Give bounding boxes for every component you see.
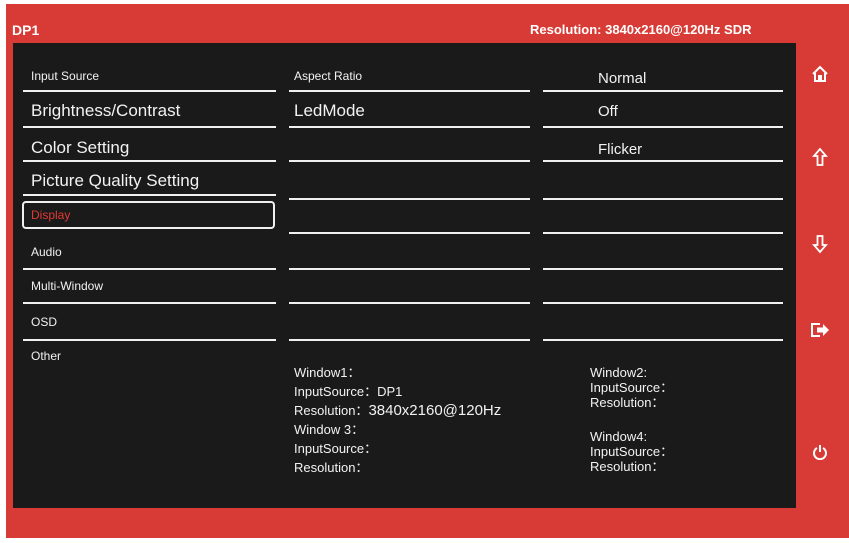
bottom-edge — [0, 538, 849, 543]
divider — [289, 268, 530, 270]
menu-picture-quality[interactable]: Picture Quality Setting — [31, 171, 199, 191]
window2-resolution: Resolution： — [590, 395, 665, 410]
divider — [23, 126, 276, 128]
submenu-aspect-ratio[interactable]: Aspect Ratio — [294, 69, 362, 83]
power-icon[interactable] — [809, 441, 831, 463]
option-normal[interactable]: Normal — [598, 70, 646, 87]
divider — [543, 160, 783, 162]
input-title: DP1 — [12, 22, 40, 38]
divider — [23, 194, 276, 196]
window4-resolution: Resolution： — [590, 459, 665, 474]
divider — [289, 198, 530, 200]
divider — [289, 90, 530, 92]
window4-label: Window4: — [590, 429, 648, 444]
menu-multi-window[interactable]: Multi-Window — [31, 279, 103, 293]
menu-other[interactable]: Other — [31, 349, 61, 363]
window3-resolution: Resolution： — [294, 460, 369, 475]
divider — [543, 302, 783, 304]
divider — [23, 339, 276, 341]
divider — [289, 302, 530, 304]
window2-label: Window2: — [590, 365, 648, 380]
home-icon[interactable] — [809, 63, 831, 85]
divider — [543, 268, 783, 270]
exit-icon[interactable] — [809, 319, 831, 341]
resolution-status: Resolution: 3840x2160@120Hz SDR — [530, 22, 752, 37]
menu-brightness-contrast[interactable]: Brightness/Contrast — [31, 101, 180, 121]
divider — [289, 232, 530, 234]
window2-info: Window2: InputSource： Resolution： Window… — [590, 365, 673, 474]
window2-input: InputSource： — [590, 380, 674, 395]
window1-input: InputSource：DP1 — [294, 384, 403, 399]
window1-res-label: Resolution： — [294, 403, 369, 418]
divider — [543, 90, 783, 92]
divider — [23, 90, 276, 92]
window1-res-value: 3840x2160@120Hz — [368, 402, 502, 419]
menu-input-source[interactable]: Input Source — [31, 69, 99, 83]
arrow-up-icon[interactable] — [809, 146, 831, 168]
osd-panel: Input Source Brightness/Contrast Color S… — [13, 43, 796, 508]
menu-display[interactable]: Display — [31, 208, 70, 222]
menu-color-setting[interactable]: Color Setting — [31, 138, 129, 158]
divider — [289, 126, 530, 128]
window1-resolution: Resolution：3840x2160@120Hz — [294, 403, 501, 419]
divider — [543, 126, 783, 128]
divider — [289, 160, 530, 162]
divider — [23, 302, 276, 304]
arrow-down-icon[interactable] — [809, 233, 831, 255]
submenu-led-mode[interactable]: LedMode — [294, 101, 365, 121]
divider — [23, 268, 276, 270]
divider — [23, 160, 276, 162]
window1-label: Window1： — [294, 365, 361, 380]
window4-input: InputSource： — [590, 444, 674, 459]
divider — [543, 232, 783, 234]
option-off[interactable]: Off — [598, 103, 618, 120]
menu-audio[interactable]: Audio — [31, 245, 62, 259]
window1-info: Window1： InputSource：DP1 Resolution：3840… — [294, 365, 501, 476]
window3-input: InputSource： — [294, 441, 378, 456]
window3-label: Window 3： — [294, 422, 365, 437]
option-flicker[interactable]: Flicker — [598, 141, 642, 158]
divider — [543, 198, 783, 200]
divider — [543, 339, 783, 341]
divider — [289, 339, 530, 341]
menu-osd[interactable]: OSD — [31, 315, 57, 329]
